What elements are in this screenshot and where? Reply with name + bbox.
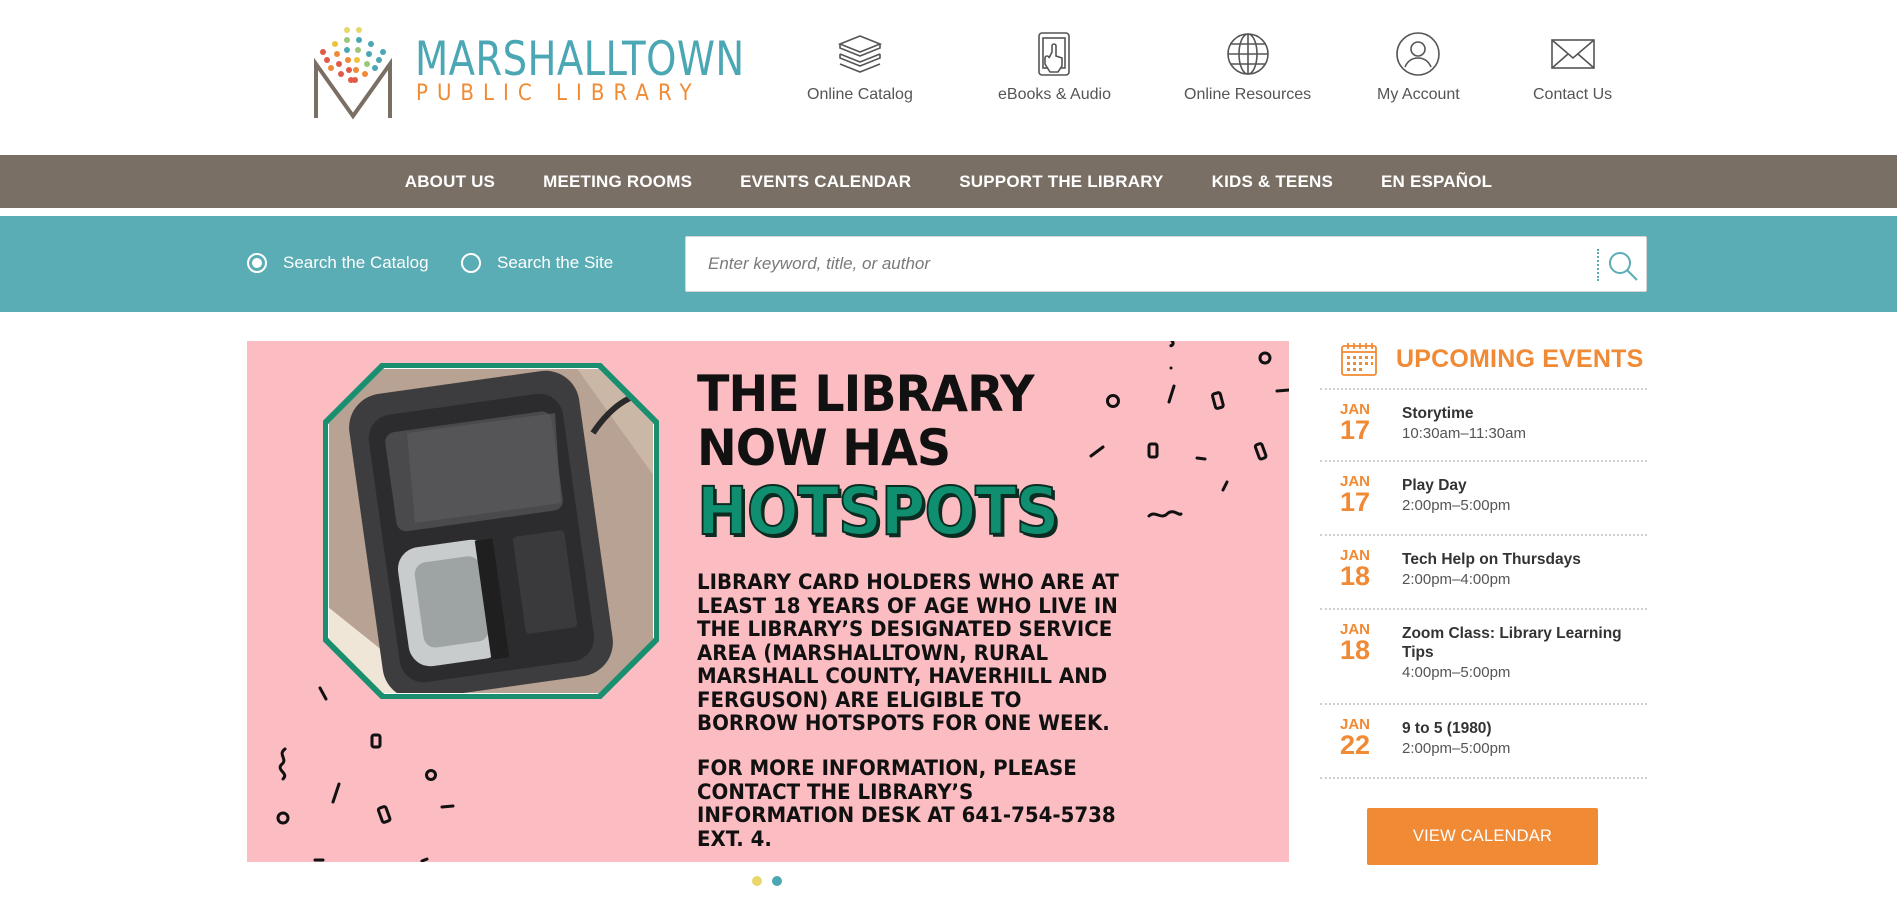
radio-label: Search the Site (497, 253, 614, 272)
library-logo[interactable]: MARSHALLTOWN PUBLIC LIBRARY (313, 24, 744, 120)
event-item[interactable]: JAN 18 Tech Help on Thursdays 2:00pm–4:0… (1320, 536, 1647, 610)
hero-paragraph-eligibility: LIBRARY CARD HOLDERS WHO ARE AT LEAST 18… (697, 570, 1119, 736)
radio-selected-icon (247, 253, 267, 273)
slider-dots (752, 876, 782, 886)
event-date: JAN 18 (1340, 622, 1402, 691)
event-time: 10:30am–11:30am (1402, 425, 1526, 442)
hero-headline: THE LIBRARY NOW HAS (697, 365, 1035, 477)
event-date: JAN 22 (1340, 717, 1402, 765)
radio-label: Search the Catalog (283, 253, 429, 272)
event-date: JAN 17 (1340, 474, 1402, 522)
search-box (685, 236, 1647, 292)
slider-dot-1[interactable] (752, 876, 762, 886)
quicklink-label: Contact Us (1533, 86, 1613, 103)
quicklink-label: eBooks & Audio (998, 86, 1111, 103)
quicklink-my-account[interactable]: My Account (1377, 30, 1460, 104)
slider-dot-2[interactable] (772, 876, 782, 886)
event-title[interactable]: Zoom Class: Library Learning Tips (1402, 624, 1632, 662)
hero-highlight: HOTSPOTS (696, 473, 1060, 550)
site-header: MARSHALLTOWN PUBLIC LIBRARY Online Catal… (0, 0, 1897, 155)
event-time: 4:00pm–5:00pm (1402, 664, 1511, 681)
hotspot-photo (323, 363, 659, 699)
upcoming-events: UPCOMING EVENTS JAN 17 Storytime 10:30am… (1320, 336, 1647, 779)
envelope-icon (1550, 39, 1595, 69)
nav-about-us[interactable]: ABOUT US (405, 172, 495, 192)
quicklink-online-resources[interactable]: Online Resources (1184, 30, 1311, 104)
nav-events-calendar[interactable]: EVENTS CALENDAR (740, 172, 911, 192)
hero-slide[interactable]: THE LIBRARY NOW HAS HOTSPOTS LIBRARY CAR… (247, 341, 1289, 862)
quicklink-contact-us[interactable]: Contact Us (1533, 30, 1612, 104)
view-calendar-button[interactable]: VIEW CALENDAR (1367, 808, 1598, 865)
event-day: 17 (1340, 487, 1371, 517)
search-icon[interactable] (1606, 249, 1640, 283)
nav-meeting-rooms[interactable]: MEETING ROOMS (543, 172, 692, 192)
hero-headline-line2: NOW HAS (697, 419, 951, 477)
quicklink-online-catalog[interactable]: Online Catalog (807, 30, 913, 104)
hero-headline-line1: THE LIBRARY (697, 365, 1035, 423)
event-item[interactable]: JAN 22 9 to 5 (1980) 2:00pm–5:00pm (1320, 705, 1647, 779)
event-date: JAN 18 (1340, 548, 1402, 596)
books-stack-icon (837, 35, 883, 73)
logo-title: MARSHALLTOWN (415, 32, 745, 87)
event-item[interactable]: JAN 17 Storytime 10:30am–11:30am (1320, 390, 1647, 462)
quicklink-label: Online Catalog (807, 86, 913, 103)
quicklink-ebooks-audio[interactable]: eBooks & Audio (998, 30, 1111, 104)
events-list: JAN 17 Storytime 10:30am–11:30am JAN 17 … (1320, 388, 1647, 779)
radio-search-catalog[interactable]: Search the Catalog (247, 253, 429, 273)
globe-icon (1226, 33, 1269, 75)
radio-search-site[interactable]: Search the Site (461, 253, 613, 273)
event-item[interactable]: JAN 17 Play Day 2:00pm–5:00pm (1320, 462, 1647, 536)
event-time: 2:00pm–5:00pm (1402, 740, 1511, 757)
nav-kids-teens[interactable]: KIDS & TEENS (1212, 172, 1333, 192)
event-title[interactable]: 9 to 5 (1980) (1402, 719, 1510, 738)
event-title[interactable]: Storytime (1402, 404, 1526, 423)
event-day: 18 (1340, 635, 1371, 665)
main-nav: ABOUT US MEETING ROOMS EVENTS CALENDAR S… (0, 155, 1897, 208)
search-divider (1597, 249, 1599, 281)
event-item[interactable]: JAN 18 Zoom Class: Library Learning Tips… (1320, 610, 1647, 705)
tablet-touch-icon (1038, 32, 1071, 76)
search-input[interactable] (686, 237, 1586, 291)
event-day: 17 (1340, 415, 1371, 445)
event-title[interactable]: Play Day (1402, 476, 1510, 495)
events-heading: UPCOMING EVENTS (1396, 344, 1644, 373)
quicklink-label: My Account (1377, 86, 1460, 103)
event-time: 2:00pm–4:00pm (1402, 571, 1511, 588)
nav-en-espanol[interactable]: EN ESPAÑOL (1381, 172, 1492, 192)
search-band: Search the Catalog Search the Site (0, 216, 1897, 312)
event-time: 2:00pm–5:00pm (1402, 497, 1511, 514)
event-day: 18 (1340, 561, 1371, 591)
event-date: JAN 17 (1340, 402, 1402, 448)
logo-subtitle: PUBLIC LIBRARY (416, 81, 701, 106)
calendar-icon (1341, 343, 1377, 376)
nav-support-the-library[interactable]: SUPPORT THE LIBRARY (959, 172, 1163, 192)
hero-paragraph-contact: FOR MORE INFORMATION, PLEASE CONTACT THE… (697, 756, 1116, 852)
event-title[interactable]: Tech Help on Thursdays (1402, 550, 1581, 569)
radio-unselected-icon (461, 253, 481, 273)
events-header: UPCOMING EVENTS (1320, 336, 1647, 382)
quicklink-label: Online Resources (1184, 86, 1312, 103)
event-day: 22 (1340, 730, 1371, 760)
logo-m-mark-icon (314, 27, 392, 120)
user-icon (1396, 32, 1441, 76)
